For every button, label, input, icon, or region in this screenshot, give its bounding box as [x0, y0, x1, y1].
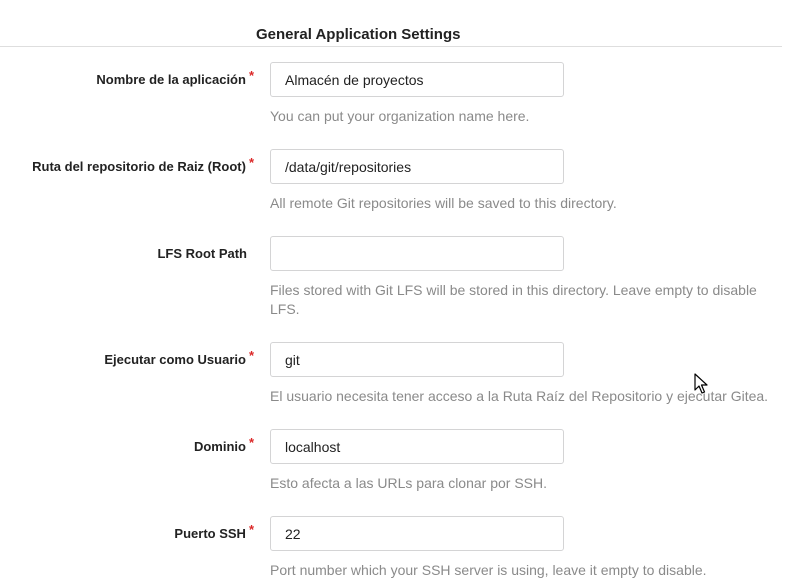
required-mark: * [248, 155, 254, 170]
section-title: General Application Settings [256, 26, 461, 43]
run-user-input[interactable] [270, 342, 564, 377]
ssh-port-label: Puerto SSH * [174, 522, 254, 541]
repo-root-input[interactable] [270, 149, 564, 184]
lfs-root-label: LFS Root Path [157, 246, 247, 261]
domain-help: Esto afecta a las URLs para clonar por S… [270, 475, 548, 491]
lfs-root-help: Files stored with Git LFS will be stored… [270, 282, 757, 317]
settings-page: General Application Settings Nombre de l… [0, 0, 787, 585]
repo-root-help: All remote Git repositories will be save… [270, 195, 617, 211]
repo-root-label: Ruta del repositorio de Raiz (Root) * [32, 155, 254, 174]
required-mark: * [248, 68, 254, 83]
app-name-input[interactable] [270, 62, 564, 97]
ssh-port-help: Port number which your SSH server is usi… [270, 562, 707, 578]
domain-label: Dominio * [193, 435, 254, 454]
required-mark: * [248, 522, 254, 537]
section-divider [0, 46, 782, 47]
app-name-help: You can put your organization name here. [270, 108, 530, 124]
lfs-root-input[interactable] [270, 236, 564, 271]
required-mark: * [248, 348, 254, 363]
app-name-label: Nombre de la aplicación * [96, 68, 254, 87]
run-user-label: Ejecutar como Usuario * [104, 348, 254, 367]
mouse-cursor-icon [694, 373, 708, 394]
required-mark: * [248, 435, 254, 450]
domain-input[interactable] [270, 429, 564, 464]
ssh-port-input[interactable] [270, 516, 564, 551]
